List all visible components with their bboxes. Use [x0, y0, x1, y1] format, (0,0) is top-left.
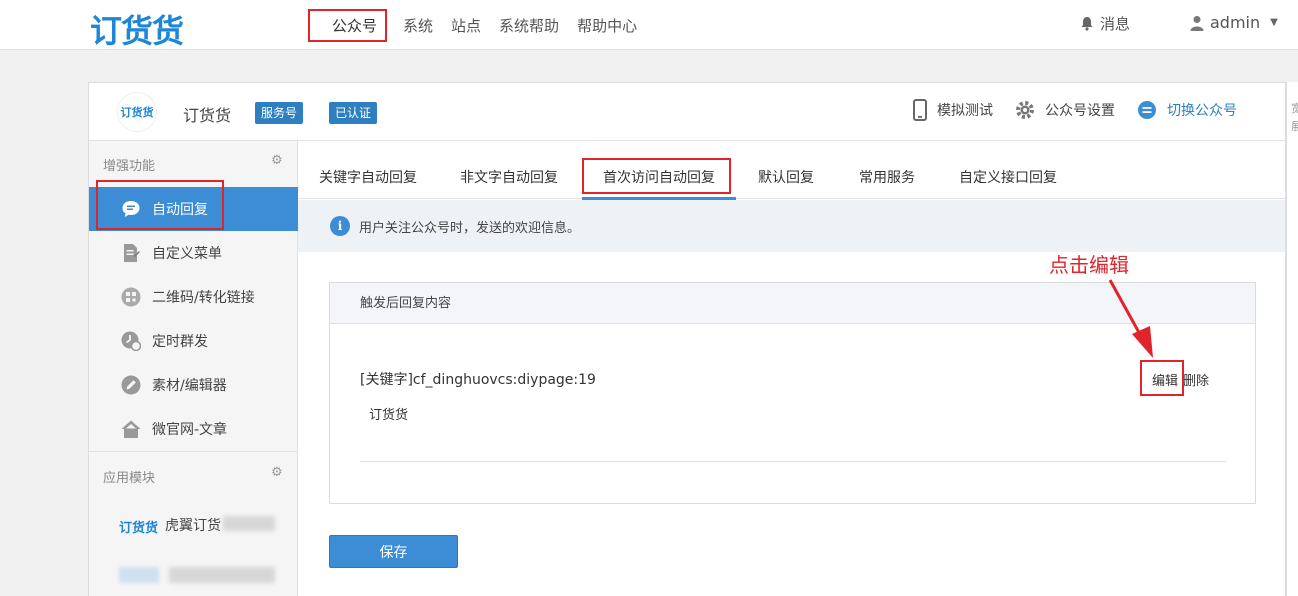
sidebar-item-qrcode[interactable]: 二维码/转化链接 [89, 275, 298, 319]
sidebar-item-materials-editor[interactable]: 素材/编辑器 [89, 363, 298, 407]
sidebar-divider [89, 451, 298, 452]
chevron-down-icon: ▼ [1270, 17, 1278, 28]
blurred-text [223, 516, 275, 531]
phone-icon [913, 99, 927, 121]
nav-item-system-help[interactable]: 系统帮助 [499, 15, 559, 36]
user-icon [1190, 15, 1204, 31]
account-settings-button[interactable]: 公众号设置 [1015, 100, 1115, 120]
save-button[interactable]: 保存 [329, 535, 458, 568]
delete-link[interactable]: 删除 [1183, 370, 1209, 389]
switch-account-label: 切换公众号 [1167, 103, 1237, 119]
service-account-badge: 服务号 [255, 102, 304, 124]
tab-non-text-reply[interactable]: 非文字自动回复 [460, 167, 558, 187]
right-edge-strip: 宽 展 [1286, 82, 1298, 596]
sidebar-item-micro-site[interactable]: 微官网-文章 [89, 407, 298, 451]
right-strip-text-1: 宽 [1291, 102, 1298, 115]
sidebar-item-label: 微官网-文章 [152, 422, 228, 438]
info-notice: i 用户关注公众号时，发送的欢迎信息。 [298, 200, 1285, 252]
sidebar-item-label: 素材/编辑器 [152, 378, 227, 394]
document-edit-icon [121, 243, 141, 263]
reply-divider [360, 461, 1226, 462]
sidebar-group-enhance: 增强功能 [103, 159, 156, 174]
switch-account-button[interactable]: 切换公众号 [1137, 100, 1237, 120]
account-name: 订货货 [183, 106, 232, 125]
reply-keyword: [关键字]cf_dinghuovcs:diypage:19 [360, 372, 596, 388]
clock-icon [121, 331, 141, 351]
messages-label: 消息 [1100, 15, 1131, 33]
switch-icon [1137, 100, 1157, 120]
account-settings-label: 公众号设置 [1045, 103, 1115, 119]
account-bar: 订货货 订货货 服务号 已认证 模拟测试 公众号设置 切换公众号 [89, 83, 1285, 141]
sidebar-item-custom-menu[interactable]: 自定义菜单 [89, 231, 298, 275]
reply-tabs: 关键字自动回复 非文字自动回复 首次访问自动回复 默认回复 常用服务 自定义接口… [298, 141, 1285, 199]
app-logo: 订货货 [119, 521, 159, 536]
annotation-arrow-icon [1108, 279, 1153, 358]
info-text: 用户关注公众号时，发送的欢迎信息。 [359, 220, 581, 236]
tab-common-services[interactable]: 常用服务 [859, 167, 915, 187]
home-icon [121, 419, 141, 439]
sidebar-item-scheduled-broadcast[interactable]: 定时群发 [89, 319, 298, 363]
gear-icon[interactable]: ⚙ [271, 153, 283, 168]
messages-link[interactable]: 消息 [1080, 13, 1130, 34]
sidebar-item-label: 定时群发 [152, 334, 208, 350]
user-name: admin [1210, 13, 1261, 32]
sidebar-group-apps: 应用模块 [103, 471, 156, 486]
nav-item-system[interactable]: 系统 [403, 15, 433, 36]
nav-item-help-center[interactable]: 帮助中心 [577, 15, 637, 36]
pencil-icon [121, 375, 141, 395]
annotation-click-edit: 点击编辑 [1049, 253, 1129, 277]
sidebar-app-item[interactable]: 虎翼订货 [165, 515, 221, 535]
highlight-box-tab [582, 158, 731, 194]
account-actions: 模拟测试 公众号设置 切换公众号 [891, 99, 1237, 121]
nav-item-official-account[interactable]: 公众号 [308, 8, 388, 42]
tab-keyword-reply[interactable]: 关键字自动回复 [319, 167, 417, 187]
sidebar-item-label: 自定义菜单 [152, 246, 222, 262]
blurred-app-logo [119, 567, 159, 583]
info-icon: i [330, 216, 350, 236]
blurred-app-name [169, 567, 275, 583]
gear-icon[interactable]: ⚙ [271, 465, 283, 480]
verified-badge: 已认证 [329, 102, 378, 124]
bell-icon [1081, 17, 1093, 31]
user-menu[interactable]: admin ▼ [1190, 13, 1278, 32]
brand-logo[interactable]: 订货货 [90, 6, 184, 52]
nav-item-site[interactable]: 站点 [451, 15, 481, 36]
highlight-box-sidebar [96, 180, 224, 230]
account-avatar: 订货货 [117, 92, 157, 132]
simulate-test-label: 模拟测试 [937, 103, 993, 119]
sidebar-item-label: 二维码/转化链接 [152, 290, 255, 306]
tab-default-reply[interactable]: 默认回复 [758, 167, 814, 187]
qrcode-icon [121, 287, 141, 307]
simulate-test-button[interactable]: 模拟测试 [913, 99, 993, 121]
top-navbar: 订货货 公众号 系统 站点 系统帮助 帮助中心 消息 admin ▼ [0, 0, 1298, 50]
main-nav: 公众号 系统 站点 系统帮助 帮助中心 [308, 0, 655, 50]
gear-icon [1015, 100, 1035, 120]
reply-text: 订货货 [369, 408, 409, 423]
right-strip-text-2: 展 [1291, 120, 1298, 133]
annotation-arrow-icon [1189, 361, 1259, 367]
tab-custom-api-reply[interactable]: 自定义接口回复 [959, 167, 1057, 187]
